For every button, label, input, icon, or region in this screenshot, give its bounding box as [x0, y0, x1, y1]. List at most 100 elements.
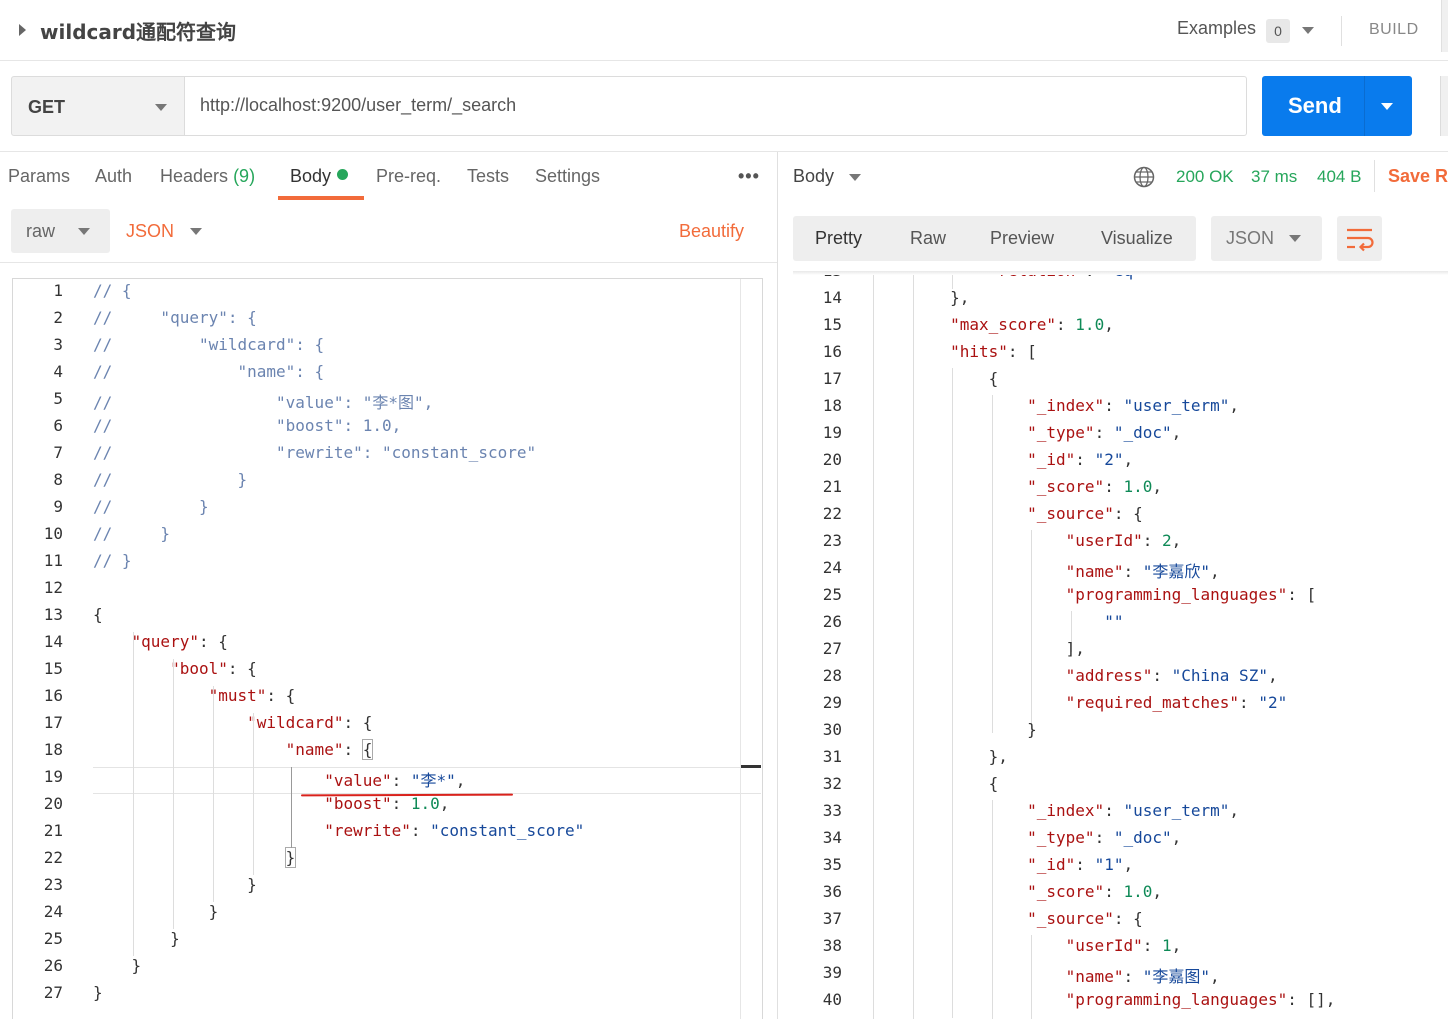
line-number: 24 [822, 558, 842, 577]
code-token: "_type" [1027, 828, 1095, 847]
code-text: // "boost": 1.0, [93, 416, 401, 435]
response-body-select[interactable]: Body [793, 166, 834, 187]
code-token: "wildcard" [247, 713, 344, 732]
wrap-lines-button[interactable] [1337, 216, 1382, 261]
code-token: "_type" [1027, 423, 1095, 442]
code-text: "value": "李*", [93, 767, 465, 791]
tab-headers[interactable]: Headers (9) [160, 166, 255, 187]
code-token: : [1142, 936, 1162, 955]
code-token: } [93, 902, 219, 921]
build-button[interactable]: BUILD [1369, 21, 1419, 39]
examples-button[interactable]: Examples [1177, 18, 1256, 39]
chevron-down-icon[interactable] [1381, 103, 1393, 110]
expand-caret-icon[interactable] [19, 24, 26, 36]
chevron-down-icon[interactable] [1302, 27, 1314, 34]
code-token: "query" [131, 632, 199, 651]
code-text: "rewrite": "constant_score" [93, 821, 584, 840]
code-token: "name" [285, 740, 344, 759]
code-token: 1 [1161, 936, 1172, 955]
tab-settings[interactable]: Settings [535, 166, 600, 187]
url-input[interactable]: http://localhost:9200/user_term/_search [184, 76, 1247, 136]
code-token: : [1094, 828, 1114, 847]
code-token: : [1056, 315, 1076, 334]
save-button[interactable] [1440, 76, 1448, 136]
line-number: 13 [43, 605, 63, 624]
url-value: http://localhost:9200/user_term/_search [200, 95, 517, 115]
tab-auth[interactable]: Auth [95, 166, 132, 187]
more-options-icon[interactable]: ••• [738, 166, 760, 187]
code-text: { [93, 605, 103, 624]
code-token: } [873, 720, 1037, 739]
save-response-button[interactable]: Save Re [1388, 166, 1448, 187]
line-number: 17 [43, 713, 63, 732]
globe-icon[interactable] [1133, 166, 1155, 188]
code-token: : [1075, 855, 1095, 874]
code-token: : { [343, 713, 373, 732]
tab-prereq[interactable]: Pre-req. [376, 166, 441, 187]
code-token: "1" [1094, 855, 1124, 874]
request-title[interactable]: wildcard通配符查询 [40, 16, 236, 45]
code-text: "_id": "2", [873, 450, 1133, 469]
beautify-button[interactable]: Beautify [679, 221, 744, 242]
tab-tests[interactable]: Tests [467, 166, 509, 187]
response-time[interactable]: 37 ms [1251, 167, 1297, 187]
view-visualize[interactable]: Visualize [1101, 228, 1173, 249]
code-token: 1.0 [1075, 315, 1105, 334]
line-number: 13 [793, 275, 842, 280]
send-button[interactable]: Send [1262, 76, 1412, 136]
code-token: : [1085, 275, 1104, 280]
code-text: // "rewrite": "constant_score" [93, 443, 536, 462]
chevron-down-icon[interactable] [849, 174, 861, 181]
view-pretty[interactable]: Pretty [815, 228, 862, 249]
code-token: { [93, 605, 103, 624]
tab-params[interactable]: Params [8, 166, 70, 187]
request-body-editor[interactable]: 1 // {2 // "query": {3 // "wildcard": {4 // … [12, 278, 763, 1019]
editor-scrollbar[interactable] [740, 279, 741, 1019]
line-number: 6 [53, 416, 63, 435]
code-text: ], [873, 639, 1085, 658]
code-token: , [1123, 855, 1134, 874]
code-token: "hits" [950, 342, 1008, 361]
code-text: "_type": "_doc", [873, 828, 1181, 847]
code-token: : [391, 794, 411, 813]
code-token: }, [873, 288, 970, 307]
response-size[interactable]: 404 B [1317, 167, 1361, 187]
code-token: "rewrite" [324, 821, 411, 840]
examples-count-badge: 0 [1266, 19, 1290, 43]
line-number: 17 [822, 369, 842, 388]
response-format-select[interactable]: JSON [1211, 216, 1322, 261]
response-body-viewer[interactable]: 13 "relation": "eq"14 },15 "max_score": … [793, 275, 1448, 1019]
method-select[interactable]: GET [11, 76, 185, 136]
code-token: "_source" [1027, 909, 1114, 928]
line-number: 7 [53, 443, 63, 462]
status-code[interactable]: 200 OK [1176, 167, 1234, 187]
view-raw[interactable]: Raw [910, 228, 946, 249]
pane-splitter[interactable] [777, 152, 778, 1019]
view-preview[interactable]: Preview [990, 228, 1054, 249]
code-token: : [1104, 801, 1124, 820]
code-token: "_doc" [1113, 423, 1172, 442]
code-token: "_source" [1027, 504, 1114, 523]
body-mode-select[interactable]: raw [11, 209, 110, 253]
chevron-down-icon[interactable] [190, 228, 202, 235]
indent-guide [173, 659, 174, 929]
line-number: 23 [43, 875, 63, 894]
code-token: : { [198, 632, 228, 651]
tab-body[interactable]: Body [290, 166, 349, 187]
body-format-select[interactable]: JSON [126, 221, 174, 242]
code-token: ], [873, 639, 1085, 658]
